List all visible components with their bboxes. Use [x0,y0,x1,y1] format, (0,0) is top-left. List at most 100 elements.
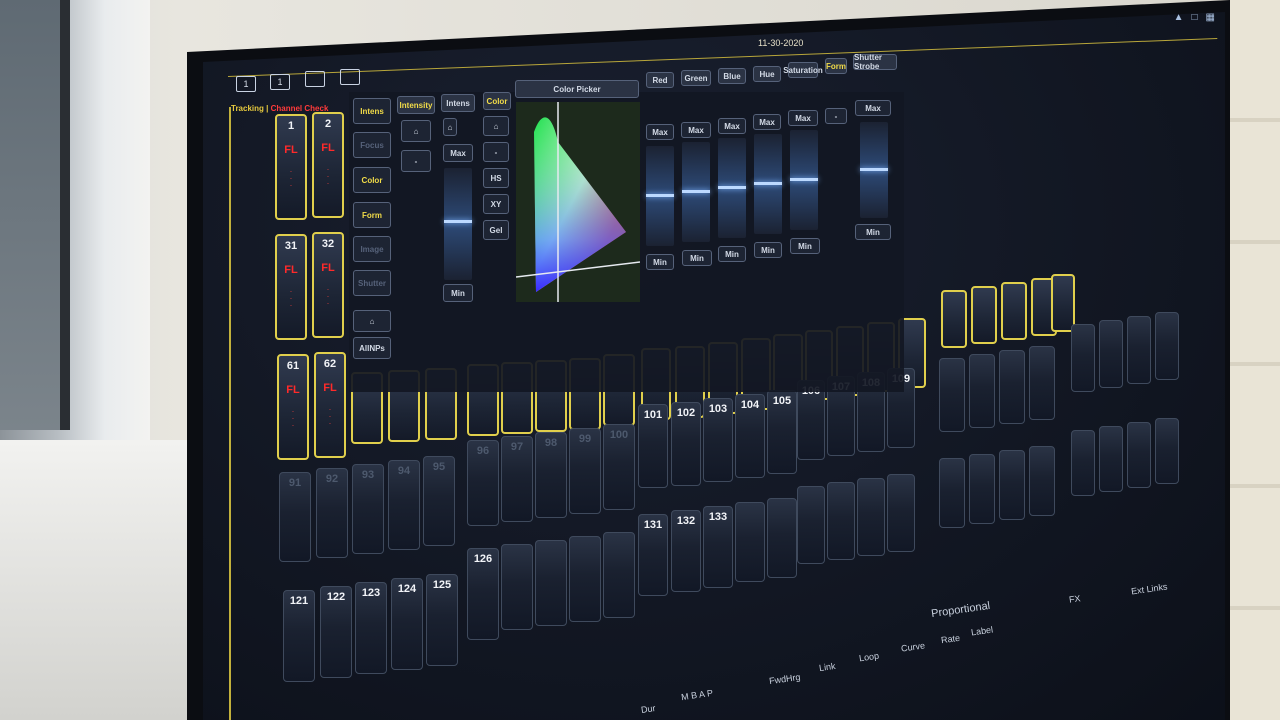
min-button[interactable]: Min [855,224,891,240]
category-allnps[interactable]: AllNPs [353,337,391,359]
green-fader[interactable] [682,142,710,242]
channel-tile[interactable]: 124 [391,578,423,670]
workspace-1-button[interactable]: 1 [236,76,256,92]
channel-tile[interactable]: 122 [320,586,352,678]
channel-tile[interactable]: 102 [671,402,701,486]
channel-tile[interactable]: 92 [316,468,348,558]
channel-tile[interactable] [1099,426,1123,492]
home-icon[interactable]: ⌂ [353,310,391,332]
channel-tile[interactable]: 95 [423,456,455,546]
channel-tile[interactable] [603,532,635,618]
channel-tile[interactable]: 2 FL · · · [312,112,344,218]
channel-tile[interactable] [767,498,797,578]
intens-tab[interactable]: Intens [441,94,475,112]
channel-tile[interactable] [1099,320,1123,388]
channel-tile[interactable]: 133 [703,506,733,588]
channel-tile[interactable] [535,540,567,626]
form-param[interactable]: Form [825,58,847,74]
category-focus[interactable]: Focus [353,132,391,158]
blue-fader[interactable] [718,138,746,238]
home-icon[interactable]: ⌂ [443,118,457,136]
color-tab[interactable]: Color [483,92,511,110]
max-button[interactable]: Max [646,124,674,140]
channel-tile[interactable] [569,536,601,622]
channel-tile[interactable] [857,478,885,556]
channel-tile[interactable]: 101 [638,404,668,488]
intensity-header[interactable]: Intensity [397,96,435,114]
channel-tile[interactable]: 105 [767,390,797,474]
channel-tile[interactable]: 126 [467,548,499,640]
channel-tile[interactable] [1029,346,1055,420]
window-icon[interactable]: □ [1192,12,1198,23]
channel-tile[interactable]: 97 [501,436,533,522]
channel-tile[interactable] [971,286,997,344]
min-button[interactable]: Min [718,246,746,262]
channel-tile[interactable] [941,290,967,348]
shutter-strobe-param[interactable]: Shutter Strobe [853,53,897,71]
grid-icon[interactable]: ▦ [1206,12,1215,23]
channel-tile[interactable]: 62 FL · · · [314,352,346,458]
channel-tile[interactable]: 125 [426,574,458,666]
hue-fader[interactable] [754,134,782,234]
channel-tile[interactable] [1071,430,1095,496]
channel-tile[interactable]: 93 [352,464,384,554]
cie-color-picker[interactable] [516,102,640,302]
red-fader[interactable] [646,146,674,246]
green-param[interactable]: Green [681,70,711,86]
workspace-3-button[interactable] [305,71,325,87]
channel-tile[interactable] [969,354,995,428]
channel-tile[interactable]: 32 FL · · · [312,232,344,338]
min-button[interactable]: Min [646,254,674,270]
channel-tile[interactable]: 31 FL · · · [275,234,307,340]
saturation-param[interactable]: Saturation [783,62,823,78]
channel-tile[interactable]: 121 [283,590,315,682]
channel-tile[interactable] [1127,422,1151,488]
home-icon[interactable]: ⌂ [483,116,509,136]
max-button[interactable]: Max [681,122,711,138]
channel-tile[interactable]: 104 [735,394,765,478]
dash-button[interactable]: - [401,150,431,172]
max-button[interactable]: Max [855,100,891,116]
channel-tile[interactable] [735,502,765,582]
intensity-fader[interactable] [444,168,472,280]
min-button[interactable]: Min [443,284,473,302]
channel-tile[interactable] [1155,418,1179,484]
channel-tile[interactable]: 94 [388,460,420,550]
channel-tile[interactable]: 100 [603,424,635,510]
channel-tile[interactable] [939,458,965,528]
min-button[interactable]: Min [754,242,782,258]
dash-button[interactable]: - [483,142,509,162]
min-button[interactable]: Min [790,238,820,254]
channel-tile[interactable]: 123 [355,582,387,674]
home-icon[interactable]: ⌂ [401,120,431,142]
channel-tile[interactable] [969,454,995,524]
channel-tile[interactable]: 1 FL · · · [275,114,307,220]
channel-tile[interactable]: 61 FL · · · [277,354,309,460]
max-button[interactable]: Max [788,110,818,126]
min-button[interactable]: Min [682,250,712,266]
channel-tile[interactable]: 99 [569,428,601,514]
channel-tile[interactable] [1001,282,1027,340]
max-button[interactable]: Max [753,114,781,130]
channel-tile[interactable]: 98 [535,432,567,518]
category-image[interactable]: Image [353,236,391,262]
channel-tile[interactable] [1051,274,1075,332]
hs-mode-button[interactable]: HS [483,168,509,188]
channel-tile[interactable]: 96 [467,440,499,526]
blue-param[interactable]: Blue [718,68,746,84]
category-form[interactable]: Form [353,202,391,228]
shutter-fader[interactable] [860,122,888,218]
workspace-4-button[interactable] [340,69,360,85]
dash-button[interactable]: - [825,108,847,124]
category-shutter[interactable]: Shutter [353,270,391,296]
saturation-fader[interactable] [790,130,818,230]
xy-mode-button[interactable]: XY [483,194,509,214]
channel-tile[interactable]: 91 [279,472,311,562]
red-param[interactable]: Red [646,72,674,88]
channel-tile[interactable] [999,350,1025,424]
channel-tile[interactable] [1029,446,1055,516]
channel-tile[interactable] [999,450,1025,520]
max-button[interactable]: Max [718,118,746,134]
channel-tile[interactable] [501,544,533,630]
channel-tile[interactable] [1071,324,1095,392]
